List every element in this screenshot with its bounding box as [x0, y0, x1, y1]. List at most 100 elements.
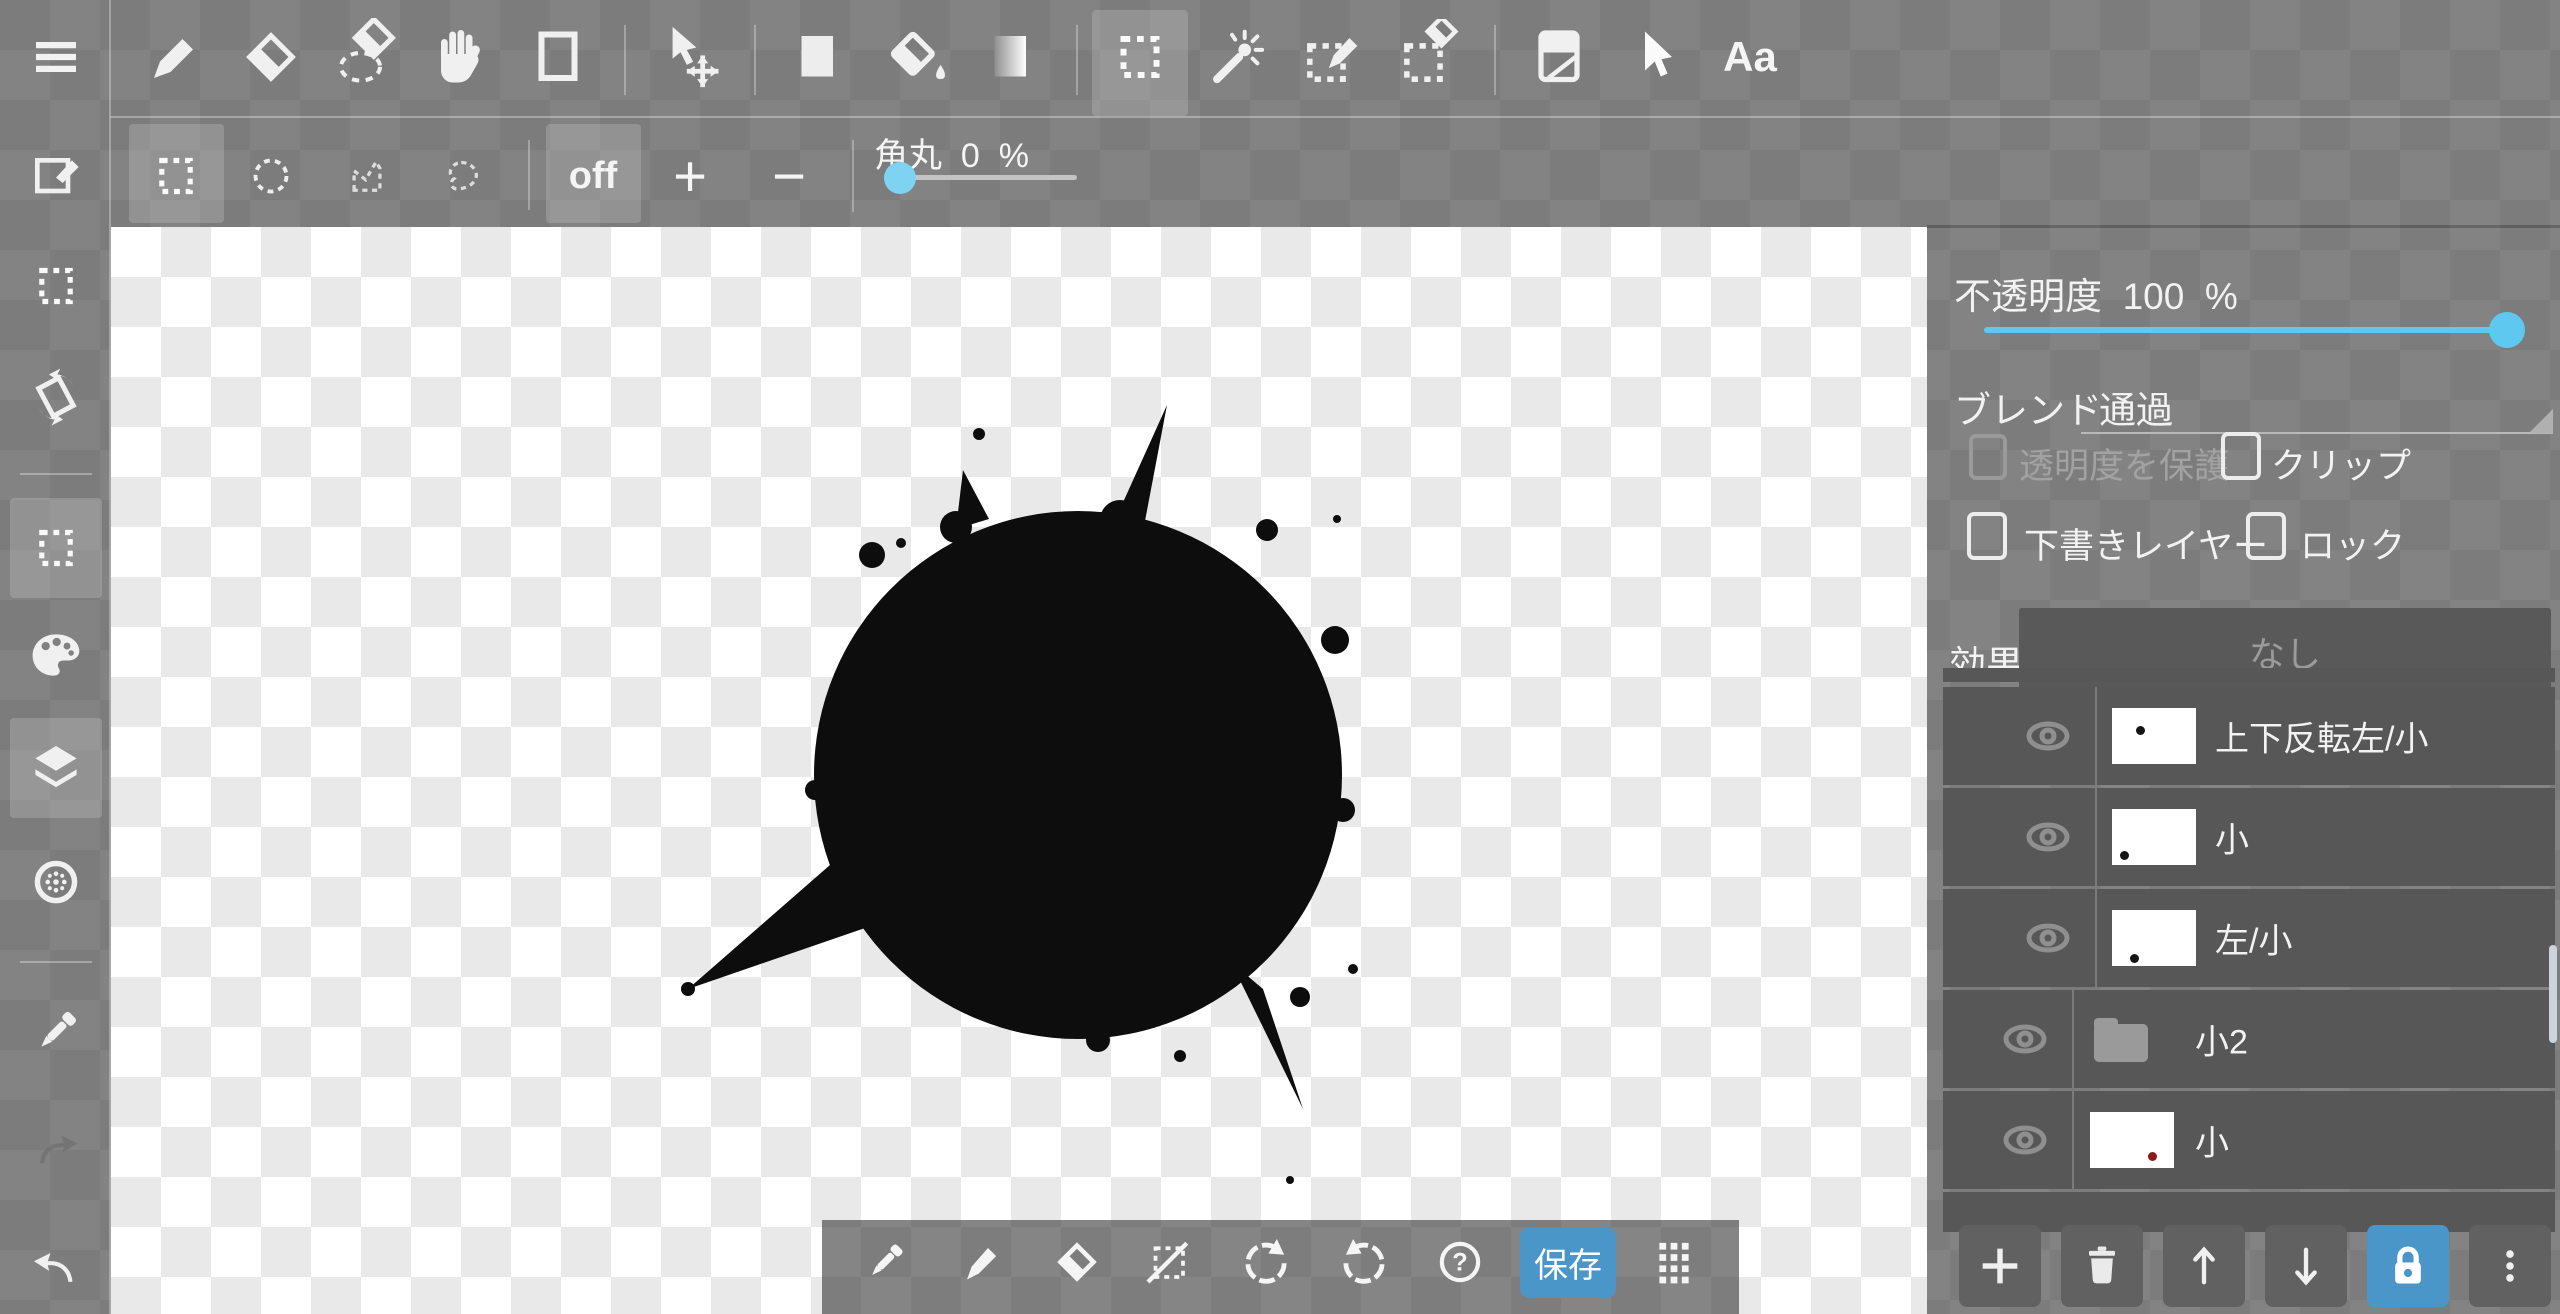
- canvas-edit-button[interactable]: [8, 127, 104, 223]
- rotate-canvas-button[interactable]: [8, 349, 104, 445]
- corner-round-slider-track[interactable]: [899, 175, 1077, 180]
- marquee-select-tool-button[interactable]: [1092, 9, 1188, 105]
- quick-eraser-button[interactable]: [1039, 1224, 1115, 1300]
- color-palette-button[interactable]: [8, 607, 104, 703]
- visibility-eye-icon[interactable]: [2024, 922, 2072, 954]
- layer-thumbnail[interactable]: [2112, 910, 2196, 966]
- lasso-eraser-tool-button[interactable]: [319, 9, 415, 105]
- draft-layer-checkbox[interactable]: [1967, 512, 2007, 560]
- sidebar-select-button[interactable]: [8, 238, 104, 334]
- bucket-tool-button[interactable]: [868, 9, 964, 105]
- move-layer-down-button[interactable]: [2265, 1225, 2347, 1307]
- drawing-canvas[interactable]: [111, 227, 1927, 1314]
- move-tool-button[interactable]: [642, 9, 738, 105]
- select-shape-polygon-button[interactable]: [323, 132, 411, 220]
- toolbar-separator: [1076, 25, 1078, 95]
- add-layer-button[interactable]: [1959, 1225, 2041, 1307]
- layers-panel-button[interactable]: [8, 720, 104, 816]
- opacity-slider-knob[interactable]: [2489, 312, 2525, 348]
- select-pen-icon: [1294, 19, 1370, 95]
- layer-row[interactable]: 左/小: [1943, 889, 2555, 987]
- sidebar-separator: [20, 473, 92, 475]
- undo-icon: [23, 1231, 89, 1297]
- materials-button[interactable]: [8, 834, 104, 930]
- quick-pen-button[interactable]: [943, 1224, 1019, 1300]
- visibility-eye-icon[interactable]: [2001, 1023, 2049, 1055]
- deselect-button[interactable]: [1130, 1224, 1206, 1300]
- rotate-cw-icon: [1335, 1233, 1393, 1291]
- layer-row[interactable]: 小: [1943, 1091, 2555, 1189]
- opacity-label: 不透明度: [1954, 276, 2102, 317]
- select-shape-rectangle-button[interactable]: [132, 132, 220, 220]
- layer-list-scrollbar[interactable]: [2549, 945, 2557, 1043]
- layer-thumbnail[interactable]: [2112, 809, 2196, 865]
- magic-wand-tool-button[interactable]: [1188, 9, 1284, 105]
- opacity-slider-track[interactable]: [1984, 327, 2508, 333]
- frame-tool-button[interactable]: [510, 9, 606, 105]
- visibility-eye-icon[interactable]: [2024, 720, 2072, 752]
- help-button[interactable]: ?: [1422, 1224, 1498, 1300]
- save-button[interactable]: 保存: [1520, 1227, 1616, 1298]
- lock-layer-button[interactable]: [2367, 1225, 2449, 1307]
- rotate-cw-button[interactable]: [1326, 1224, 1402, 1300]
- visibility-eye-icon[interactable]: [2001, 1124, 2049, 1156]
- toolbar-separator: [1494, 25, 1496, 95]
- redo-icon: [24, 1114, 88, 1178]
- arrow-up-icon: [2178, 1240, 2230, 1292]
- protect-alpha-checkbox[interactable]: [1969, 434, 2007, 480]
- select-shape-ellipse-button[interactable]: [227, 132, 315, 220]
- layer-row[interactable]: 小: [1943, 788, 2555, 886]
- help-icon: ?: [1431, 1233, 1489, 1291]
- select-eraser-tool-button[interactable]: [1381, 9, 1477, 105]
- delete-layer-button[interactable]: [2061, 1225, 2143, 1307]
- main-menu-button[interactable]: [8, 9, 104, 105]
- clip-checkbox[interactable]: [2221, 432, 2261, 480]
- eyedropper-button[interactable]: [8, 984, 104, 1080]
- trash-icon: [2076, 1240, 2128, 1292]
- select-shape-lasso-button[interactable]: [419, 132, 507, 220]
- layer-thumbnail[interactable]: [2090, 1112, 2174, 1168]
- text-tool-button[interactable]: Aa: [1702, 9, 1798, 105]
- gradient-tool-button[interactable]: [963, 9, 1059, 105]
- redo-button[interactable]: [8, 1098, 104, 1194]
- eyedropper-icon: [856, 1233, 914, 1291]
- hand-icon: [423, 21, 495, 93]
- rotate-ccw-button[interactable]: [1228, 1224, 1304, 1300]
- text-tool-label: Aa: [1723, 33, 1777, 81]
- layer-thumbnail[interactable]: [2112, 708, 2196, 764]
- selection-off-button[interactable]: off: [549, 132, 637, 220]
- lock-checkbox[interactable]: [2246, 512, 2286, 560]
- ellipse-select-icon: [240, 145, 302, 207]
- edit-canvas-icon: [24, 143, 88, 207]
- layer-folder-row[interactable]: 小2: [1943, 990, 2555, 1088]
- visibility-eye-icon[interactable]: [2024, 821, 2072, 853]
- pen-tool-button[interactable]: [127, 9, 223, 105]
- svg-text:?: ?: [1452, 1248, 1468, 1276]
- bar-drag-handle[interactable]: [1636, 1224, 1712, 1300]
- selection-shrink-button[interactable]: −: [745, 132, 833, 220]
- foreground-color-button[interactable]: [770, 9, 866, 105]
- eraser-tool-button[interactable]: [223, 9, 319, 105]
- select-pen-tool-button[interactable]: [1284, 9, 1380, 105]
- sidebar-marquee-active-button[interactable]: [8, 500, 104, 596]
- protect-alpha-label: 透明度を保護: [2019, 438, 2229, 489]
- minus-label: −: [772, 143, 806, 210]
- ink-splat-artwork: [111, 227, 1927, 1314]
- hand-tool-button[interactable]: [411, 9, 507, 105]
- effect-dropdown-button[interactable]: なし: [2019, 608, 2551, 696]
- layer-menu-button[interactable]: [2469, 1225, 2551, 1307]
- marquee-icon: [25, 517, 87, 579]
- quick-eyedropper-button[interactable]: [847, 1224, 923, 1300]
- undo-button[interactable]: [8, 1216, 104, 1312]
- marquee-icon: [25, 255, 87, 317]
- screentone-tool-button[interactable]: [1511, 9, 1607, 105]
- layer-row-partial[interactable]: [1943, 668, 2555, 682]
- blend-mode-dropdown[interactable]: 通過: [2099, 380, 2173, 434]
- panel-top-divider: [1927, 225, 2560, 228]
- selection-expand-button[interactable]: +: [646, 132, 734, 220]
- corner-round-slider-knob[interactable]: [884, 162, 916, 194]
- layer-row[interactable]: 上下反転左/小: [1943, 687, 2555, 785]
- cursor-tool-button[interactable]: [1606, 9, 1702, 105]
- move-layer-up-button[interactable]: [2163, 1225, 2245, 1307]
- corner-round-unit: %: [999, 137, 1029, 175]
